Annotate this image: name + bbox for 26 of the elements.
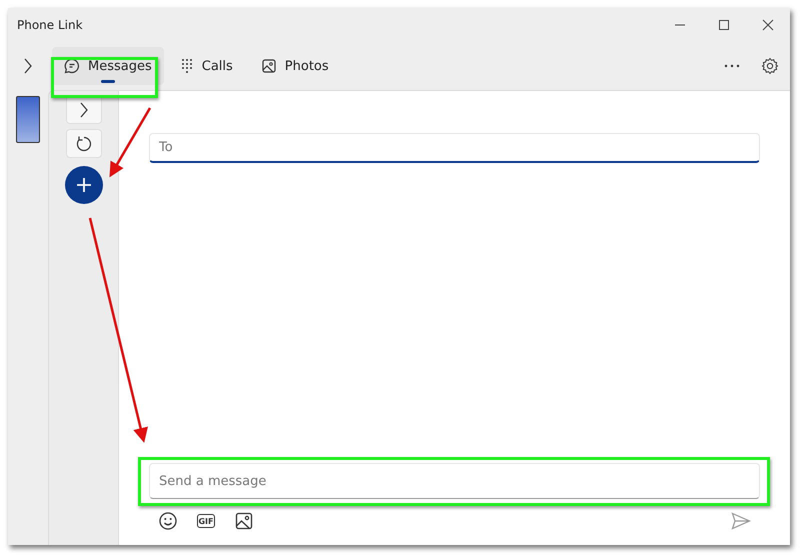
- tab[interactable]: Messages: [52, 47, 164, 85]
- smiley-icon: [158, 511, 178, 531]
- close-icon: [762, 19, 774, 31]
- send-icon: [731, 512, 751, 530]
- tab[interactable]: Photos: [248, 47, 341, 85]
- refresh-button[interactable]: [66, 129, 102, 158]
- image-icon: [235, 512, 253, 530]
- chevron-icon: [23, 58, 33, 74]
- message-field[interactable]: Send a message: [149, 463, 760, 499]
- gif-button[interactable]: GIF: [197, 514, 215, 528]
- photo-icon: [260, 58, 277, 74]
- refresh-icon: [74, 134, 92, 152]
- tab[interactable]: Calls: [168, 47, 245, 85]
- maximize-icon: [718, 19, 730, 31]
- window-title: Phone Link: [17, 18, 83, 32]
- chevron-icon: [78, 102, 88, 118]
- plus-icon: [74, 176, 92, 194]
- dialpad-icon: [180, 58, 194, 74]
- settings-icon: [761, 57, 779, 75]
- chat-icon: [64, 58, 80, 74]
- annotation-arrow: [109, 107, 152, 178]
- phone-thumbnail[interactable]: [16, 96, 40, 143]
- new-message-button[interactable]: [64, 166, 102, 204]
- to-field[interactable]: To: [149, 133, 760, 163]
- more-icon: [724, 64, 740, 68]
- expand-list-button[interactable]: [66, 95, 102, 124]
